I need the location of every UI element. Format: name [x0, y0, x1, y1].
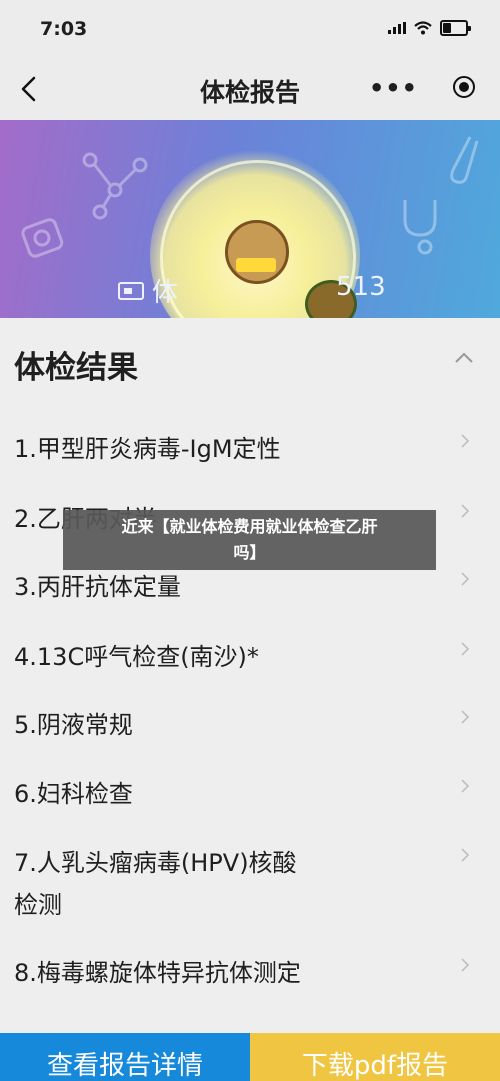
battery-icon [440, 20, 471, 36]
view-report-button[interactable]: 查看报告详情 [0, 1033, 250, 1081]
result-item-3[interactable]: 3.丙肝抗体定量 [14, 566, 484, 608]
chevron-right-icon [461, 710, 470, 724]
status-icons [388, 20, 471, 36]
overlay-line-2: 吗】 [233, 543, 266, 562]
results-section: 体检结果 1.甲型肝炎病毒-IgM定性 2.乙肝两对半 3.丙肝抗体定量 4.1… [0, 318, 500, 1033]
mascot-sign [236, 258, 276, 272]
molecule-icon [82, 152, 148, 220]
download-pdf-button[interactable]: 下载pdf报告 [250, 1033, 500, 1081]
chevron-right-icon [461, 848, 470, 862]
signal-icon [388, 22, 406, 34]
kiwi-mascot-icon [225, 220, 289, 284]
more-icon[interactable]: ••• [369, 74, 418, 102]
results-title: 体检结果 [14, 350, 138, 386]
overlay-line-1: 近来【就业体检费用就业体检查乙肝 [121, 517, 378, 536]
page-title: 体检报告 [199, 78, 300, 107]
record-icon[interactable] [453, 76, 475, 98]
camera-icon [21, 218, 64, 258]
result-item-4[interactable]: 4.13C呼气检查(南沙)* [14, 636, 484, 678]
status-time: 7:03 [40, 18, 88, 40]
chevron-up-icon[interactable] [454, 348, 474, 368]
status-bar: 7:03 [0, 0, 500, 58]
result-item-7-cont[interactable]: 检测 [14, 884, 484, 926]
chevron-right-icon [461, 434, 470, 448]
result-item-7[interactable]: 7.人乳头瘤病毒(HPV)核酸 [14, 842, 484, 884]
test-tube-icon [450, 136, 479, 184]
exam-id: 体 [118, 272, 178, 309]
nav-bar: 体检报告 ••• [0, 58, 500, 120]
result-item-6[interactable]: 6.妇科检查 [14, 773, 484, 815]
chevron-right-icon [461, 779, 470, 793]
chevron-right-icon [461, 572, 470, 586]
chevron-right-icon [461, 958, 470, 972]
result-item-8[interactable]: 8.梅毒螺旋体特异抗体测定 [14, 952, 484, 994]
wifi-icon [414, 21, 432, 35]
exam-id-number: 513 [336, 272, 386, 302]
result-item-1[interactable]: 1.甲型肝炎病毒-IgM定性 [14, 428, 484, 470]
chevron-right-icon [461, 642, 470, 656]
id-card-icon [118, 281, 144, 300]
chevron-right-icon [461, 504, 470, 518]
exam-id-prefix: 体 [152, 278, 179, 308]
stethoscope-icon [403, 200, 437, 255]
hero-banner: 体 513 [0, 120, 500, 318]
result-item-5[interactable]: 5.阴液常规 [14, 704, 484, 746]
overlay-caption: 近来【就业体检费用就业体检查乙肝 吗】 [63, 510, 436, 570]
